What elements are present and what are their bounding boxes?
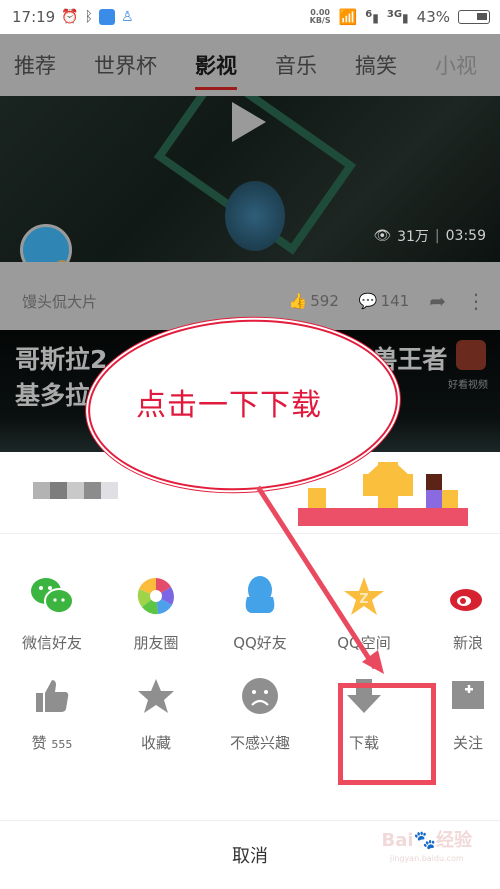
signal-sim1-icon: 6▮ <box>365 9 379 25</box>
thumbnail-figure <box>225 181 285 251</box>
follow-icon <box>446 674 490 718</box>
blurred-ad-text <box>33 482 118 499</box>
moments-icon <box>134 574 178 618</box>
like-button[interactable]: 👍 592 <box>289 292 339 310</box>
tab-recommend[interactable]: 推荐 <box>14 50 56 80</box>
clock-time: 17:19 <box>12 8 56 26</box>
share-qzone[interactable]: Z QQ空间 <box>312 574 416 653</box>
view-count: 31万 <box>397 229 429 245</box>
wechat-icon <box>30 574 74 618</box>
share-icon[interactable]: ➦ <box>429 289 446 313</box>
battery-icon <box>458 10 490 24</box>
share-weibo[interactable]: 新浪 <box>416 574 500 653</box>
bluetooth-icon: ᛒ <box>84 9 94 25</box>
alarm-icon: ⏰ <box>61 9 79 25</box>
qq-notification-icon: ♙ <box>121 9 134 25</box>
video-stats: 👁 31万 | 03:59 <box>373 228 486 245</box>
download-highlight-box <box>338 683 436 785</box>
security-shield-icon <box>99 9 116 25</box>
thumbs-up-icon <box>30 674 74 718</box>
battery-percent: 43% <box>416 8 450 26</box>
share-moments[interactable]: 朋友圈 <box>104 574 208 653</box>
signal-sim2-icon: 3G▮ <box>386 9 409 25</box>
category-tabs: 推荐 世界杯 影视 音乐 搞笑 小视 <box>0 34 500 96</box>
not-interested-action[interactable]: 不感兴趣 <box>208 674 312 753</box>
weibo-icon <box>446 574 490 618</box>
tab-short-video[interactable]: 小视 <box>435 50 477 80</box>
callout-text: 点击一下下载 <box>136 388 322 423</box>
comment-button[interactable]: 💬 141 <box>359 292 409 310</box>
thumbs-up-icon: 👍 <box>288 292 308 310</box>
source-label: 好看视频 <box>448 380 488 391</box>
like-count: 592 <box>310 292 339 310</box>
baidu-jingyan-watermark: Bai🐾经验 jingyan.baidu.com <box>381 830 472 864</box>
status-bar: 17:19 ⏰ ᛒ ♙ 0.00 KB/S 📶 6▮ 3G▮ 43% <box>0 0 500 34</box>
share-targets-row: 微信好友 朋友圈 QQ好友 Z QQ空间 新浪 <box>0 574 500 653</box>
wifi-icon: 📶 <box>338 8 358 26</box>
comment-count: 141 <box>380 292 410 310</box>
share-qq[interactable]: QQ好友 <box>208 574 312 653</box>
play-icon[interactable] <box>232 102 266 142</box>
share-sheet: 微信好友 朋友圈 QQ好友 Z QQ空间 新浪 赞 555 收藏 不感兴趣 下载… <box>0 452 500 889</box>
comment-icon: 💬 <box>358 292 378 310</box>
tab-music[interactable]: 音乐 <box>275 50 317 80</box>
share-wechat[interactable]: 微信好友 <box>0 574 104 653</box>
star-icon <box>134 674 178 718</box>
eye-icon: 👁 <box>373 228 392 244</box>
qq-icon <box>238 574 282 618</box>
like-count: 555 <box>51 738 73 751</box>
author-name[interactable]: 馒头侃大片 <box>22 291 97 312</box>
network-speed: 0.00 KB/S <box>309 8 331 25</box>
qzone-icon: Z <box>342 574 386 618</box>
sad-face-icon <box>238 674 282 718</box>
favorite-action[interactable]: 收藏 <box>104 674 208 753</box>
tab-funny[interactable]: 搞笑 <box>355 50 397 80</box>
more-icon[interactable]: ⋮ <box>466 289 486 313</box>
haokan-logo-icon <box>456 340 486 370</box>
tab-world-cup[interactable]: 世界杯 <box>94 50 157 80</box>
like-action[interactable]: 赞 555 <box>0 674 104 753</box>
video-thumbnail[interactable]: 👁 31万 | 03:59 <box>0 96 500 262</box>
svg-text:Z: Z <box>359 592 368 607</box>
tab-movies[interactable]: 影视 <box>195 50 237 90</box>
video-duration: 03:59 <box>445 228 486 244</box>
